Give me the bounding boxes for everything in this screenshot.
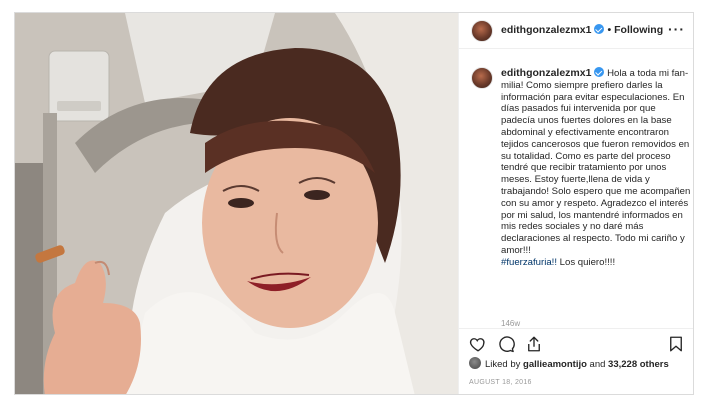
time-ago[interactable]: 146w xyxy=(501,319,520,328)
likes-summary: Liked by gallieamontijo and 33,228 other… xyxy=(469,357,669,370)
instagram-post: edithgonzalezmx1 • Following ··· edithgonz… xyxy=(14,12,694,395)
header-username[interactable]: edithgonzalezmx1 • Following xyxy=(501,24,663,36)
post-side-panel: edithgonzalezmx1 • Following ··· edithgonz… xyxy=(458,13,693,394)
photo-illustration xyxy=(15,13,458,394)
action-bar xyxy=(459,328,693,357)
likes-prefix: Liked by xyxy=(485,359,524,370)
username-text[interactable]: edithgonzalezmx1 xyxy=(501,24,591,36)
caption-end-text: Los quiero!!!! xyxy=(557,256,616,268)
post-photo[interactable] xyxy=(15,13,458,394)
verified-badge-icon xyxy=(594,67,605,77)
avatar[interactable] xyxy=(471,20,493,42)
more-options-icon[interactable]: ··· xyxy=(668,21,685,37)
liked-by-user[interactable]: gallieamontijo xyxy=(523,359,587,370)
separator-dot: • xyxy=(607,24,612,36)
verified-badge-icon xyxy=(594,24,605,34)
bookmark-icon[interactable] xyxy=(667,335,685,353)
caption-username[interactable]: edithgonzalezmx1 xyxy=(501,67,591,79)
post-date[interactable]: AUGUST 18, 2016 xyxy=(469,379,532,386)
likes-middle: and xyxy=(586,359,609,370)
likes-count[interactable]: 33,228 others xyxy=(608,359,669,370)
heart-icon[interactable] xyxy=(469,335,487,353)
hashtag-link[interactable]: #fuerzafuria!! xyxy=(501,257,557,268)
caption-block: edithgonzalezmx1 Hola a toda mi fan-mili… xyxy=(459,59,693,329)
caption-text: Hola a toda mi fan-milia! Como siempre p… xyxy=(501,68,694,256)
comment-icon[interactable] xyxy=(497,335,515,353)
caption: edithgonzalezmx1 Hola a toda mi fan-mili… xyxy=(501,67,691,269)
following-button[interactable]: Following xyxy=(614,24,663,36)
share-icon[interactable] xyxy=(525,335,543,353)
post-header: edithgonzalezmx1 • Following ··· xyxy=(459,13,693,49)
liker-avatar[interactable] xyxy=(469,357,481,369)
caption-avatar[interactable] xyxy=(471,67,493,89)
